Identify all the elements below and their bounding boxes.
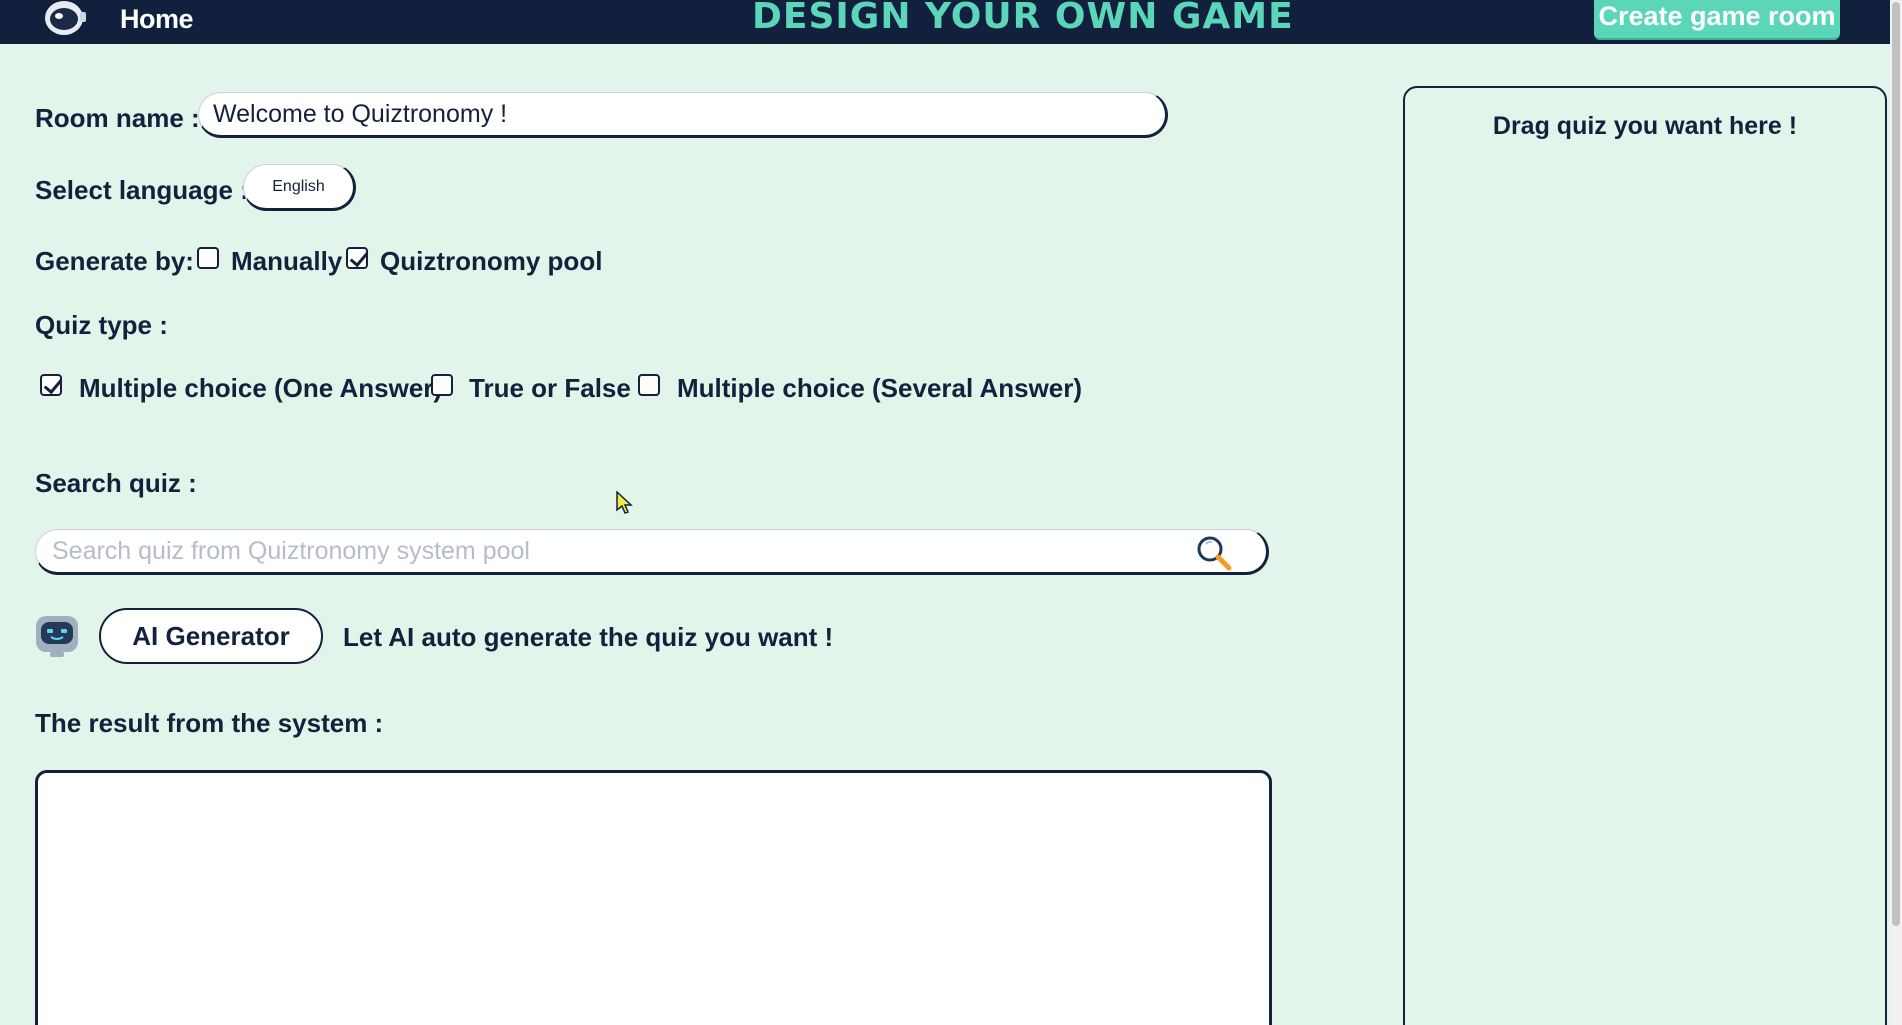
quiz-type-label: Quiz type : bbox=[35, 310, 168, 340]
search-icon[interactable] bbox=[1195, 534, 1233, 572]
search-quiz-input[interactable] bbox=[35, 529, 1269, 575]
quiztronomy-pool-label: Quiztronomy pool bbox=[380, 246, 603, 276]
multiple-choice-several-checkbox[interactable] bbox=[638, 374, 660, 396]
drop-zone-panel[interactable]: Drag quiz you want here ! bbox=[1403, 86, 1887, 1025]
multiple-choice-several-label: Multiple choice (Several Answer) bbox=[677, 373, 1083, 403]
result-label: The result from the system : bbox=[35, 708, 384, 738]
manually-checkbox[interactable] bbox=[197, 247, 219, 269]
ai-description: Let AI auto generate the quiz you want ! bbox=[343, 622, 834, 652]
manually-label: Manually bbox=[231, 246, 343, 276]
robot-icon bbox=[36, 616, 78, 657]
room-name-label: Room name : bbox=[35, 103, 200, 133]
true-or-false-label: True or False bbox=[469, 373, 631, 403]
create-game-room-button[interactable]: Create game room bbox=[1594, 0, 1840, 38]
result-box[interactable] bbox=[35, 770, 1272, 1025]
mouse-cursor-icon bbox=[616, 491, 633, 514]
multiple-choice-one-checkbox[interactable] bbox=[40, 374, 62, 396]
quiztronomy-pool-checkbox[interactable] bbox=[346, 247, 368, 269]
ai-generator-button[interactable]: AI Generator bbox=[99, 608, 323, 664]
room-name-input[interactable] bbox=[198, 92, 1168, 138]
multiple-choice-one-label: Multiple choice (One Answer) bbox=[79, 373, 443, 403]
top-navbar: Home DESIGN YOUR OWN GAME Create game ro… bbox=[0, 0, 1902, 44]
scrollbar-thumb[interactable] bbox=[1892, 2, 1900, 926]
search-quiz-label: Search quiz : bbox=[35, 468, 197, 498]
scrollbar[interactable] bbox=[1890, 0, 1902, 1025]
drop-zone-title: Drag quiz you want here ! bbox=[1492, 112, 1798, 140]
true-or-false-checkbox[interactable] bbox=[431, 374, 453, 396]
home-link[interactable]: Home bbox=[120, 4, 194, 35]
generate-by-label: Generate by: bbox=[35, 246, 194, 276]
astronaut-logo-icon[interactable] bbox=[42, 0, 88, 38]
language-label: Select language : bbox=[35, 175, 249, 205]
page-title: DESIGN YOUR OWN GAME bbox=[752, 0, 1294, 37]
language-select-button[interactable]: English bbox=[243, 164, 356, 211]
